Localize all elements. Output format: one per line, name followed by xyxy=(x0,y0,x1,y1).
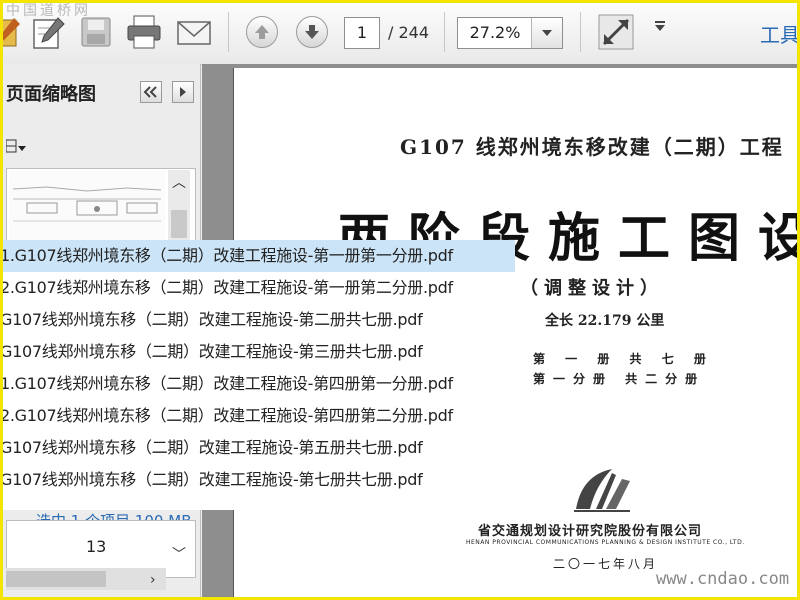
email-icon[interactable] xyxy=(174,12,214,52)
file-list-item[interactable]: 1.G107线郑州境东移（二期）改建工程施设-第一册第一分册.pdf xyxy=(0,240,515,272)
document-subtitle: （调整设计） xyxy=(520,278,664,299)
menu-lines-icon xyxy=(655,21,665,23)
zoom-select[interactable]: 27.2% xyxy=(457,17,563,49)
arrow-up-icon xyxy=(255,25,269,39)
fullscreen-icon[interactable] xyxy=(596,12,636,52)
next-page-button[interactable] xyxy=(296,16,328,48)
toolbar-separator xyxy=(228,12,229,52)
page-total-label: / 244 xyxy=(388,23,430,42)
arrow-down-icon xyxy=(305,25,319,39)
file-list-item[interactable]: G107线郑州境东移（二期）改建工程施设-第三册共七册.pdf xyxy=(0,336,515,368)
file-list: 1.G107线郑州境东移（二期）改建工程施设-第一册第一分册.pdf 2.G10… xyxy=(0,240,515,510)
document-length: 全长 22.179 公里 xyxy=(545,313,665,329)
tools-button[interactable]: 工具 xyxy=(760,19,800,48)
chevron-down-icon[interactable] xyxy=(18,146,26,151)
print-icon[interactable] xyxy=(124,12,164,52)
document-volume-line: 第 一 册 共 七 册 xyxy=(533,352,714,366)
scroll-down-icon[interactable]: ﹀ xyxy=(172,544,186,564)
thumbnail-image xyxy=(9,171,165,245)
thumbnail-horizontal-scrollbar[interactable] xyxy=(6,568,166,590)
collapse-panel-button[interactable] xyxy=(140,81,162,103)
file-list-item[interactable]: 2.G107线郑州境东移（二期）改建工程施设-第四册第二分册.pdf xyxy=(0,400,515,432)
document-volume-line: 第一分册 共二分册 xyxy=(533,372,706,386)
page-number-input[interactable]: 1 xyxy=(344,17,380,49)
previous-page-button[interactable] xyxy=(246,16,278,48)
double-chevron-left-icon xyxy=(143,86,157,98)
chevron-down-icon[interactable] xyxy=(531,18,562,48)
file-list-item[interactable]: G107线郑州境东移（二期）改建工程施设-第七册共七册.pdf xyxy=(0,464,515,496)
document-title: G107 线郑州境东移改建（二期）工程 xyxy=(400,135,784,159)
expand-panel-button[interactable] xyxy=(172,81,194,103)
scrollbar-thumb[interactable] xyxy=(171,210,187,238)
toolbar-options-icon[interactable] xyxy=(655,25,665,31)
thumbnail-options-button[interactable] xyxy=(5,138,18,158)
file-list-item[interactable]: G107线郑州境东移（二期）改建工程施设-第五册共七册.pdf xyxy=(0,432,515,464)
thumbnail-page-number: 13 xyxy=(86,537,107,556)
scrollbar-thumb[interactable] xyxy=(6,571,106,587)
toolbar-separator xyxy=(580,12,581,52)
zoom-value: 27.2% xyxy=(469,23,521,42)
chevron-right-icon xyxy=(180,87,186,97)
file-list-item[interactable]: 1.G107线郑州境东移（二期）改建工程施设-第四册第一分册.pdf xyxy=(0,368,515,400)
toolbar: 1 / 244 27.2% 工具 xyxy=(0,0,800,65)
document-date: 二〇一七年八月 xyxy=(553,557,659,571)
scroll-up-icon[interactable]: ︿ xyxy=(172,172,186,192)
institute-logo-icon xyxy=(574,469,630,512)
file-list-item[interactable]: G107线郑州境东移（二期）改建工程施设-第二册共七册.pdf xyxy=(0,304,515,336)
institute-name: 省交通规划设计研究院股份有限公司 xyxy=(478,524,703,539)
watermark-top: 中国道桥网 xyxy=(6,3,91,19)
watermark-bottom: www.cndao.com xyxy=(656,569,790,589)
scroll-right-icon[interactable]: › xyxy=(150,572,156,588)
institute-name-en: HENAN PROVINCIAL COMMUNICATIONS PLANNING… xyxy=(466,539,745,546)
panel-title: 页面缩略图 xyxy=(6,84,96,105)
toolbar-separator xyxy=(444,12,445,52)
file-list-item[interactable]: 2.G107线郑州境东移（二期）改建工程施设-第一册第二分册.pdf xyxy=(0,272,515,304)
options-menu-icon xyxy=(5,139,17,153)
